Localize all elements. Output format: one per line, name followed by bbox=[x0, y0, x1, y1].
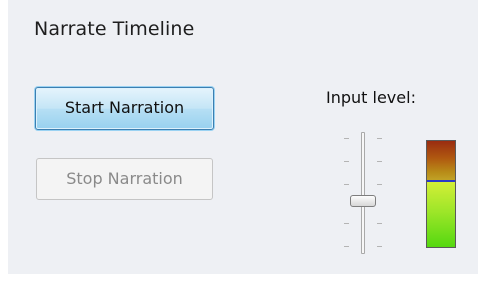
slider-track[interactable] bbox=[361, 132, 365, 254]
slider-tick bbox=[377, 161, 382, 162]
stop-narration-button: Stop Narration bbox=[36, 158, 213, 200]
slider-tick bbox=[344, 184, 349, 185]
slider-tick bbox=[377, 184, 382, 185]
input-level-slider[interactable] bbox=[332, 130, 396, 258]
narrate-timeline-panel: Narrate Timeline Start Narration Stop Na… bbox=[8, 0, 478, 274]
meter-high-segment bbox=[427, 141, 455, 180]
slider-tick bbox=[377, 246, 382, 247]
start-narration-button[interactable]: Start Narration bbox=[35, 87, 214, 130]
slider-tick bbox=[344, 138, 349, 139]
slider-tick bbox=[344, 246, 349, 247]
slider-tick bbox=[377, 223, 382, 224]
panel-title: Narrate Timeline bbox=[34, 18, 195, 40]
slider-tick bbox=[344, 223, 349, 224]
input-level-meter bbox=[426, 140, 456, 248]
slider-tick bbox=[344, 161, 349, 162]
slider-tick bbox=[377, 138, 382, 139]
meter-low-segment bbox=[427, 182, 455, 247]
slider-thumb[interactable] bbox=[350, 195, 376, 207]
input-level-label: Input level: bbox=[326, 88, 416, 107]
